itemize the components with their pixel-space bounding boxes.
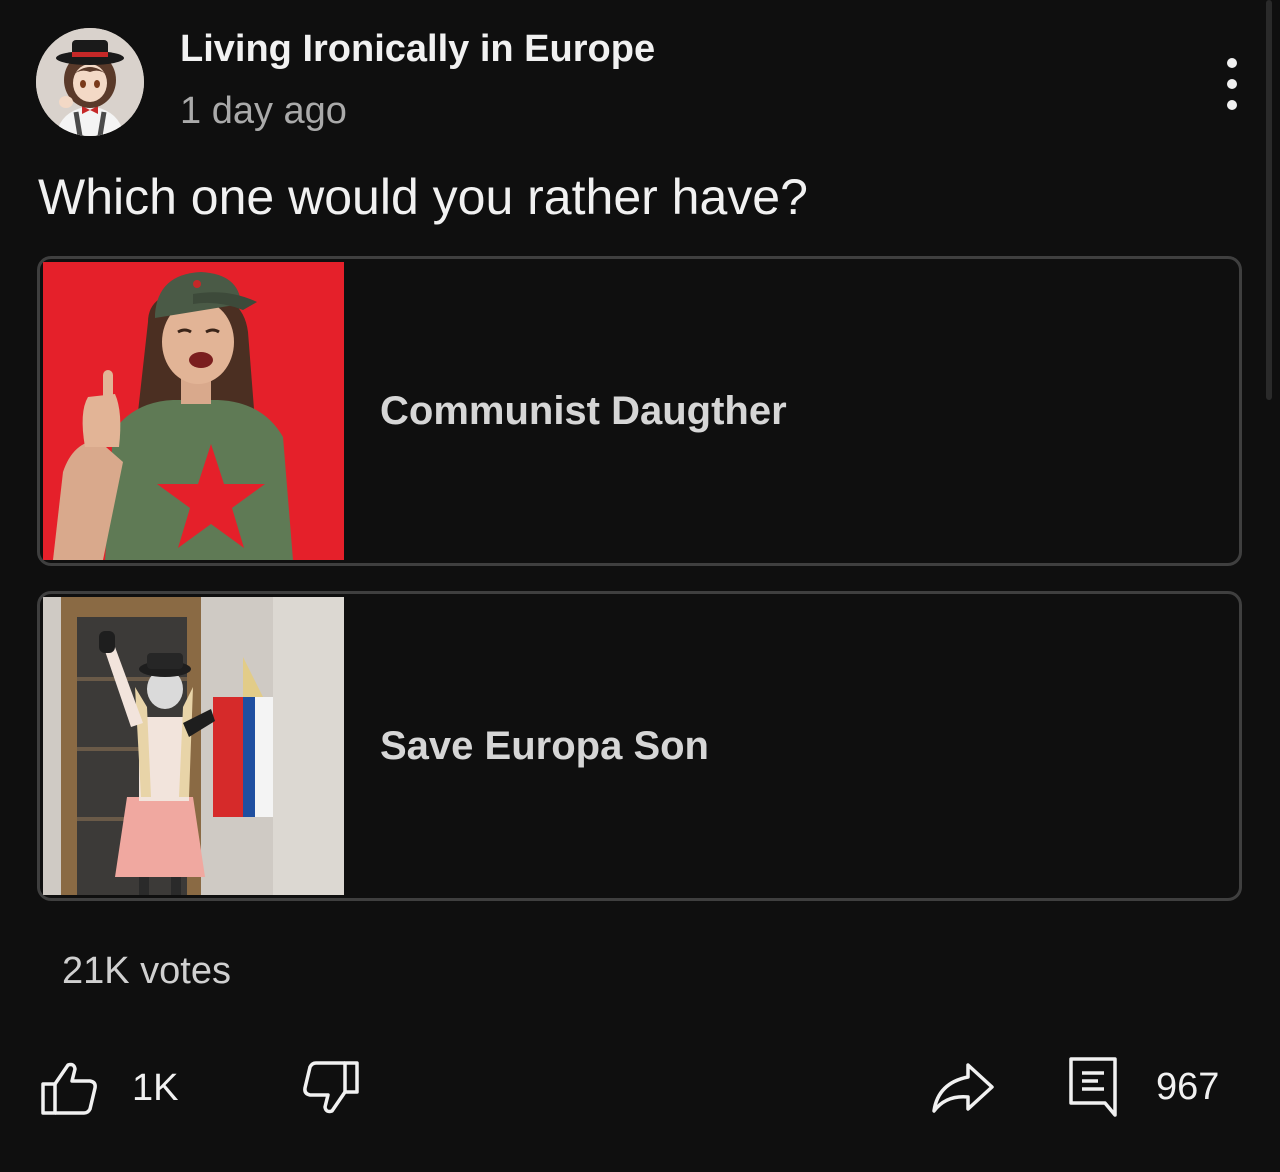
woman-red-star-shirt-photo	[43, 262, 344, 560]
comment-count: 967	[1156, 1065, 1220, 1108]
more-vert-icon-dot	[1227, 79, 1237, 89]
thumb-down-icon	[303, 1061, 359, 1114]
share-arrow-icon	[932, 1063, 994, 1113]
thumb-up-icon	[41, 1062, 97, 1115]
poll-option-image	[43, 262, 344, 560]
costumed-person-flag-photo	[43, 597, 344, 895]
scrollbar[interactable]	[1266, 0, 1272, 400]
poll-option-image	[43, 597, 344, 895]
channel-name[interactable]: Living Ironically in Europe	[180, 28, 655, 71]
vote-count: 21K votes	[62, 950, 231, 992]
more-vert-icon-dot	[1227, 100, 1237, 110]
poll-option-label: Communist Daugther	[380, 388, 787, 433]
comment-icon	[1069, 1057, 1117, 1117]
poll-option-2[interactable]: Save Europa Son	[37, 591, 1242, 901]
share-button[interactable]	[930, 1058, 996, 1118]
poll-question: Which one would you rather have?	[38, 169, 808, 225]
avatar-image	[36, 28, 144, 136]
post-timestamp: 1 day ago	[180, 90, 347, 132]
like-button[interactable]: 1K	[40, 1058, 178, 1118]
more-vert-icon	[1227, 58, 1237, 68]
channel-avatar[interactable]	[36, 28, 144, 136]
more-options-button[interactable]	[1208, 52, 1256, 116]
like-count: 1K	[132, 1066, 179, 1109]
comments-button[interactable]: 967	[1068, 1054, 1219, 1120]
poll-option-1[interactable]: Communist Daugther	[37, 256, 1242, 566]
poll-option-label: Save Europa Son	[380, 723, 709, 768]
dislike-button[interactable]	[302, 1058, 360, 1118]
